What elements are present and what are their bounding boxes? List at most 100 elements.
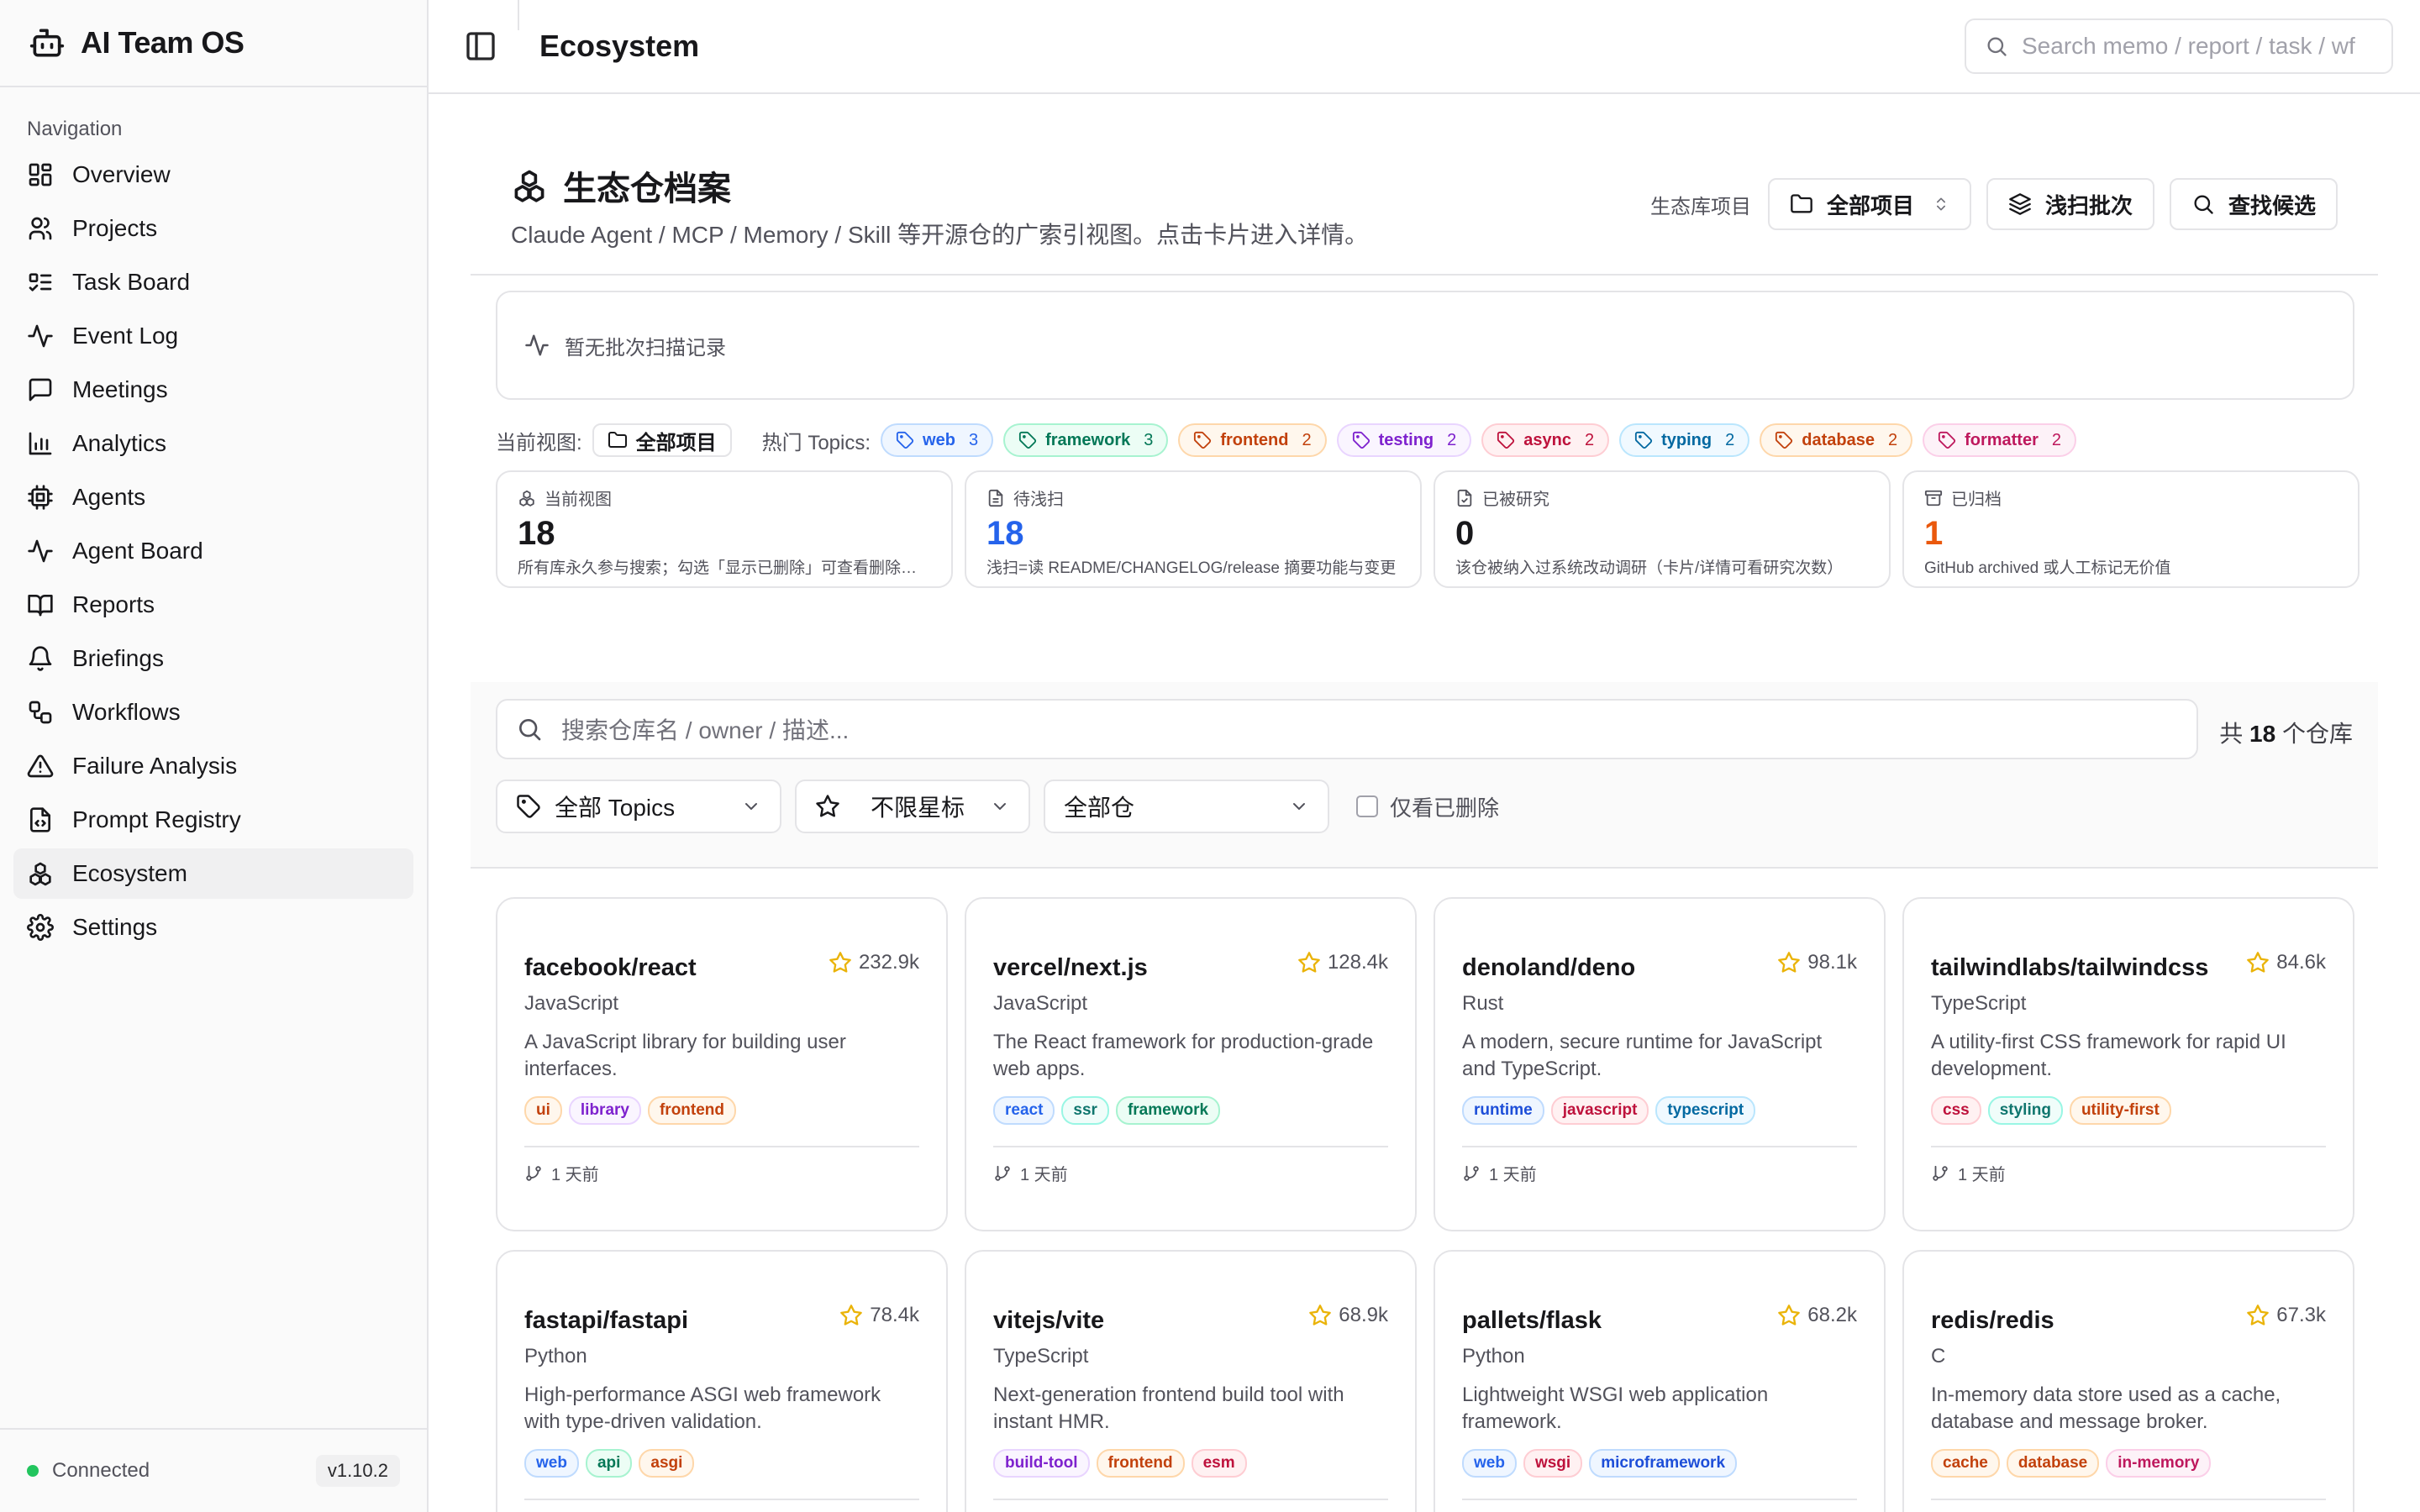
star-icon: [1298, 952, 1320, 973]
layers-icon: [2009, 193, 2031, 215]
repo-card-header: redis/redis 67.3k: [1931, 1299, 2326, 1335]
repo-tag[interactable]: build-tool: [993, 1449, 1090, 1478]
sidebar-item-task-board[interactable]: Task Board: [13, 257, 413, 307]
deleted-only-checkbox[interactable]: [1356, 795, 1378, 817]
repo-tag[interactable]: runtime: [1462, 1096, 1544, 1125]
topic-chip-async[interactable]: async 2: [1481, 423, 1610, 457]
repo-card[interactable]: vitejs/vite 68.9k TypeScript Next-generatio…: [965, 1250, 1417, 1512]
repo-tag[interactable]: typescript: [1655, 1096, 1756, 1125]
star-icon: [829, 952, 851, 973]
repo-stars-value: 68.2k: [1807, 1304, 1857, 1326]
project-select[interactable]: 全部项目: [1767, 178, 1971, 230]
sidebar-item-prompt-registry[interactable]: Prompt Registry: [13, 795, 413, 845]
repo-tag[interactable]: api: [585, 1449, 633, 1478]
sidebar-item-workflows[interactable]: Workflows: [13, 687, 413, 738]
repo-tag[interactable]: web: [524, 1449, 579, 1478]
sidebar-item-ecosystem[interactable]: Ecosystem: [13, 848, 413, 899]
topic-chip-typing[interactable]: typing 2: [1619, 423, 1750, 457]
sidebar-item-label: Settings: [72, 914, 158, 940]
file-code-icon: [30, 807, 50, 832]
topics-select[interactable]: 全部 Topics: [496, 780, 781, 833]
sidebar-item-label: Agent Board: [72, 538, 203, 564]
repo-tag[interactable]: esm: [1191, 1449, 1247, 1478]
repo-card[interactable]: tailwindlabs/tailwindcss 84.6k TypeScript A…: [1902, 897, 2354, 1231]
cpu-icon: [28, 485, 53, 510]
shallow-scan-button[interactable]: 浅扫批次: [1986, 178, 2154, 230]
repo-tag[interactable]: frontend: [1096, 1449, 1185, 1478]
repo-card-footer: 1 天前: [1462, 1146, 1857, 1185]
repo-tag[interactable]: javascript: [1550, 1096, 1649, 1125]
repo-tag[interactable]: library: [568, 1096, 641, 1125]
topic-chip-testing[interactable]: testing 2: [1336, 423, 1472, 457]
repo-description: In-memory data store used as a cache, da…: [1931, 1383, 2281, 1433]
sidebar-item-reports[interactable]: Reports: [13, 580, 413, 630]
repo-tag[interactable]: asgi: [639, 1449, 695, 1478]
repo-tag[interactable]: web: [1462, 1449, 1517, 1478]
sidebar-item-agent-board[interactable]: Agent Board: [13, 526, 413, 576]
repo-card[interactable]: pallets/flask 68.2k Python Lightweight WSGI…: [1434, 1250, 1886, 1512]
find-candidates-button[interactable]: 查找候选: [2169, 178, 2338, 230]
topic-count: 2: [1447, 430, 1457, 449]
header-divider: [518, 0, 519, 30]
repo-name: fastapi/fastapi: [524, 1307, 688, 1334]
global-search-input[interactable]: Search memo / report / task / wf: [1965, 18, 2393, 74]
repo-tag[interactable]: microframework: [1589, 1449, 1738, 1478]
deleted-only-toggle[interactable]: 仅看已删除: [1356, 791, 1499, 822]
repo-language: Python: [1462, 1345, 1525, 1368]
repo-tag[interactable]: frontend: [647, 1096, 737, 1125]
book-open-icon: [28, 595, 53, 617]
hot-topics-label: 热门 Topics:: [761, 431, 871, 454]
repo-tag[interactable]: cache: [1931, 1449, 2000, 1478]
repo-tag[interactable]: ssr: [1061, 1096, 1109, 1125]
sidebar-item-briefings[interactable]: Briefings: [13, 633, 413, 684]
repo-tag[interactable]: ui: [524, 1096, 562, 1125]
stat-value: 0: [1455, 515, 1475, 552]
stat-label: 已归档: [1924, 486, 2338, 510]
topic-chip-web[interactable]: web 3: [881, 423, 994, 457]
repo-tags: build-tool frontend esm: [993, 1449, 1388, 1478]
sidebar-item-meetings[interactable]: Meetings: [13, 365, 413, 415]
repo-name: pallets/flask: [1462, 1307, 1602, 1334]
sidebar-item-overview[interactable]: Overview: [13, 150, 413, 200]
connection-label: Connected: [52, 1459, 150, 1482]
repo-card[interactable]: facebook/react 232.9k JavaScript A JavaScri…: [496, 897, 948, 1231]
repo-card[interactable]: fastapi/fastapi 78.4k Python High-performan…: [496, 1250, 948, 1512]
repo-search-input[interactable]: 搜索仓库名 / owner / 描述...: [496, 699, 2198, 759]
sidebar-item-failure-analysis[interactable]: Failure Analysis: [13, 741, 413, 791]
topic-chip-frontend[interactable]: frontend 2: [1178, 423, 1327, 457]
repo-card[interactable]: redis/redis 67.3k C In-memory data store us…: [1902, 1250, 2354, 1512]
repo-stars-value: 78.4k: [870, 1304, 919, 1326]
brand[interactable]: AI Team OS: [0, 0, 427, 87]
repo-tag[interactable]: react: [993, 1096, 1055, 1125]
repo-type-select[interactable]: 全部仓: [1044, 780, 1329, 833]
topic-chip-framework[interactable]: framework 3: [1003, 423, 1169, 457]
star-icon: [1778, 1305, 1801, 1326]
repo-tag[interactable]: database: [2006, 1449, 2100, 1478]
repo-tag[interactable]: wsgi: [1523, 1449, 1583, 1478]
sidebar-item-analytics[interactable]: Analytics: [13, 418, 413, 469]
sidebar-item-settings[interactable]: Settings: [13, 902, 413, 953]
repo-tag[interactable]: css: [1931, 1096, 1981, 1125]
sidebar-item-event-log[interactable]: Event Log: [13, 311, 413, 361]
filter-controls: 全部 Topics 不限星标 全部仓 仅看已删除: [496, 780, 1499, 833]
sidebar-item-agents[interactable]: Agents: [13, 472, 413, 522]
sidebar-toggle-button[interactable]: [464, 29, 497, 63]
repo-stars-value: 84.6k: [2276, 951, 2326, 974]
repo-card[interactable]: vercel/next.js 128.4k JavaScript The React …: [965, 897, 1417, 1231]
topic-chip-database[interactable]: database 2: [1760, 423, 1913, 457]
sidebar-item-projects[interactable]: Projects: [13, 203, 413, 254]
repo-language: TypeScript: [993, 1345, 1089, 1368]
repo-tag[interactable]: framework: [1115, 1096, 1221, 1125]
repo-tag[interactable]: utility-first: [2069, 1096, 2171, 1125]
repo-tag[interactable]: styling: [1987, 1096, 2063, 1125]
stars-select[interactable]: 不限星标: [795, 780, 1030, 833]
topic-name: framework: [1045, 430, 1131, 449]
repo-tags: runtime javascript typescript: [1462, 1096, 1857, 1125]
topic-chip-formatter[interactable]: formatter 2: [1923, 423, 2076, 457]
repo-tag[interactable]: in-memory: [2106, 1449, 2212, 1478]
chevron-down-icon: [994, 803, 1006, 810]
repo-stars-value: 232.9k: [858, 951, 919, 974]
repo-card[interactable]: denoland/deno 98.1k Rust A modern, secure r…: [1434, 897, 1886, 1231]
tag-icon: [1776, 431, 1793, 449]
repo-count-prefix: 共: [2219, 721, 2244, 747]
